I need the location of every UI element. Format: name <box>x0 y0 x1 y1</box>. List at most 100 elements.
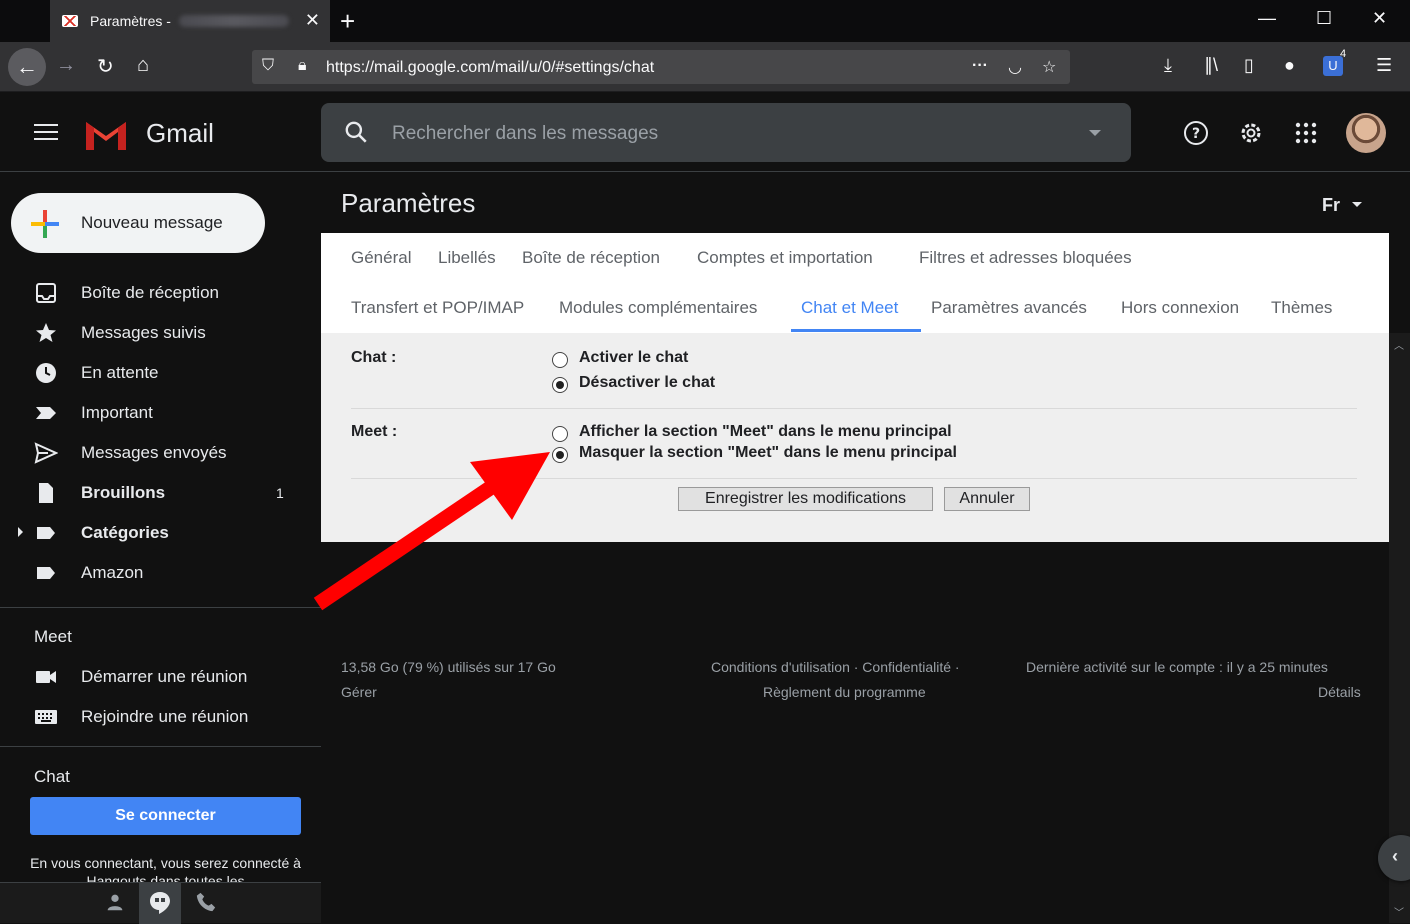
save-changes-button[interactable]: Enregistrer les modifications <box>678 487 933 511</box>
tab-inbox[interactable]: Boîte de réception <box>522 248 660 268</box>
video-icon <box>36 671 56 683</box>
download-icon[interactable]: ⤓ <box>1164 55 1172 76</box>
disable-chat-label[interactable]: Désactiver le chat <box>579 374 715 392</box>
hangouts-tab[interactable] <box>139 883 181 924</box>
browser-tab[interactable]: Paramètres - ✕ <box>50 0 330 42</box>
scroll-up-icon[interactable]: ︿ <box>1394 337 1404 352</box>
radio-disable-chat[interactable] <box>552 377 568 393</box>
sidebar-item-label: Boîte de réception <box>81 283 219 302</box>
menu-icon[interactable]: ☰ <box>1376 55 1392 76</box>
sidebar-item-sent[interactable]: Messages envoyés <box>0 433 321 473</box>
bookmark-star-icon[interactable]: ☆ <box>1042 57 1056 77</box>
chevron-left-icon: ‹ <box>1392 846 1398 866</box>
language-dropdown-icon[interactable] <box>1352 202 1362 207</box>
chat-bottom-bar <box>0 882 321 924</box>
sidebar-item-join-meeting[interactable]: Rejoindre une réunion <box>0 697 321 737</box>
tab-chat-meet[interactable]: Chat et Meet <box>801 298 898 318</box>
program-policies-link[interactable]: Règlement du programme <box>763 684 926 700</box>
show-meet-label[interactable]: Afficher la section "Meet" dans le menu … <box>579 423 952 441</box>
important-icon <box>36 407 56 419</box>
tab-forwarding[interactable]: Transfert et POP/IMAP <box>351 298 524 318</box>
chat-setting-label: Chat : <box>351 349 397 366</box>
maximize-icon[interactable]: ☐ <box>1316 8 1332 29</box>
minimize-icon[interactable]: — <box>1258 8 1276 29</box>
sidebar-item-starred[interactable]: Messages suivis <box>0 313 321 353</box>
tab-addons[interactable]: Modules complémentaires <box>559 298 757 318</box>
pocket-icon[interactable]: ◡ <box>1008 57 1022 77</box>
activity-details-link[interactable]: Détails <box>1318 684 1361 700</box>
new-tab-icon[interactable]: + <box>340 6 355 37</box>
sidebar-item-drafts[interactable]: Brouillons 1 <box>0 473 321 513</box>
tab-accounts[interactable]: Comptes et importation <box>697 248 873 268</box>
language-selector[interactable]: Fr <box>1322 195 1340 216</box>
account-icon[interactable]: ● <box>1284 55 1295 76</box>
send-icon <box>34 442 58 464</box>
sidebar-item-label: Messages envoyés <box>81 443 227 462</box>
hangouts-icon <box>150 892 170 914</box>
draft-icon <box>39 483 53 503</box>
page-actions-icon[interactable]: ··· <box>972 57 988 75</box>
url-text[interactable]: https://mail.google.com/mail/u/0/#settin… <box>326 59 654 77</box>
sidebar-item-inbox[interactable]: Boîte de réception <box>0 273 321 313</box>
tab-themes[interactable]: Thèmes <box>1271 298 1332 318</box>
hide-meet-label[interactable]: Masquer la section "Meet" dans le menu p… <box>579 444 957 462</box>
close-tab-icon[interactable]: ✕ <box>305 10 320 31</box>
terms-privacy-links[interactable]: Conditions d'utilisation · Confidentiali… <box>711 659 960 675</box>
sidebar: Nouveau message Boîte de réception Messa… <box>0 172 321 924</box>
sign-in-chat-button[interactable]: Se connecter <box>30 797 301 835</box>
extension-badge: 4 <box>1340 48 1347 60</box>
svg-text:?: ? <box>1192 126 1200 142</box>
sidebar-item-label: Rejoindre une réunion <box>81 707 249 726</box>
inbox-icon <box>36 283 56 303</box>
phone-icon[interactable] <box>195 891 217 913</box>
keyboard-icon <box>35 710 57 724</box>
search-options-icon[interactable] <box>1089 130 1101 136</box>
reload-icon[interactable]: ↻ <box>97 54 114 79</box>
back-icon[interactable]: ← <box>8 48 46 86</box>
storage-usage: 13,58 Go (79 %) utilisés sur 17 Go <box>341 659 556 675</box>
drafts-count: 1 <box>276 485 284 501</box>
gmail-favicon-icon <box>62 15 78 27</box>
tab-advanced[interactable]: Paramètres avancés <box>931 298 1087 318</box>
forward-icon[interactable]: → <box>56 54 76 77</box>
search-input[interactable]: Rechercher dans les messages <box>392 123 658 145</box>
home-icon[interactable]: ⌂ <box>137 54 149 77</box>
sidebar-item-categories[interactable]: Catégories <box>0 513 321 553</box>
tab-offline[interactable]: Hors connexion <box>1121 298 1239 318</box>
gmail-wordmark: Gmail <box>146 118 214 148</box>
star-icon <box>36 323 56 342</box>
library-icon[interactable]: ∥\ <box>1204 55 1218 76</box>
radio-enable-chat[interactable] <box>552 352 568 368</box>
sidebar-toggle-icon[interactable]: ▯ <box>1244 55 1254 76</box>
apps-grid-icon[interactable] <box>1294 121 1318 145</box>
settings-gear-icon[interactable] <box>1238 120 1264 146</box>
close-window-icon[interactable]: ✕ <box>1372 8 1387 29</box>
person-icon[interactable] <box>104 891 126 913</box>
shield-icon[interactable]: ⛉ <box>262 57 274 75</box>
main-menu-icon[interactable] <box>34 124 58 142</box>
manage-storage-link[interactable]: Gérer <box>341 684 377 700</box>
browser-nav-bar: ← → ↻ ⌂ ⛉ 🔒︎ https://mail.google.com/mai… <box>0 42 1410 92</box>
sidebar-item-amazon[interactable]: Amazon <box>0 553 321 593</box>
tab-labels[interactable]: Libellés <box>438 248 496 268</box>
expand-arrow-icon[interactable] <box>18 527 23 537</box>
compose-button[interactable]: Nouveau message <box>11 193 265 253</box>
clock-icon <box>36 363 56 383</box>
tab-filters[interactable]: Filtres et adresses bloquées <box>919 248 1132 268</box>
gmail-logo-icon <box>86 122 126 150</box>
tab-general[interactable]: Général <box>351 248 411 268</box>
lock-icon[interactable]: 🔒︎ <box>298 57 307 75</box>
sidebar-item-important[interactable]: Important <box>0 393 321 433</box>
side-panel-toggle-button[interactable]: ‹ <box>1378 835 1410 881</box>
label-icon <box>37 527 55 539</box>
cancel-button[interactable]: Annuler <box>944 487 1030 511</box>
enable-chat-label[interactable]: Activer le chat <box>579 349 688 367</box>
avatar[interactable] <box>1346 113 1386 153</box>
scroll-down-icon[interactable]: ﹀ <box>1394 904 1404 919</box>
sidebar-item-snoozed[interactable]: En attente <box>0 353 321 393</box>
url-bar[interactable]: ⛉ 🔒︎ https://mail.google.com/mail/u/0/#s… <box>252 50 1070 84</box>
search-icon[interactable] <box>343 119 369 145</box>
sidebar-item-start-meeting[interactable]: Démarrer une réunion <box>0 657 321 697</box>
help-icon[interactable]: ? <box>1183 120 1209 146</box>
search-bar[interactable]: Rechercher dans les messages <box>321 103 1131 162</box>
